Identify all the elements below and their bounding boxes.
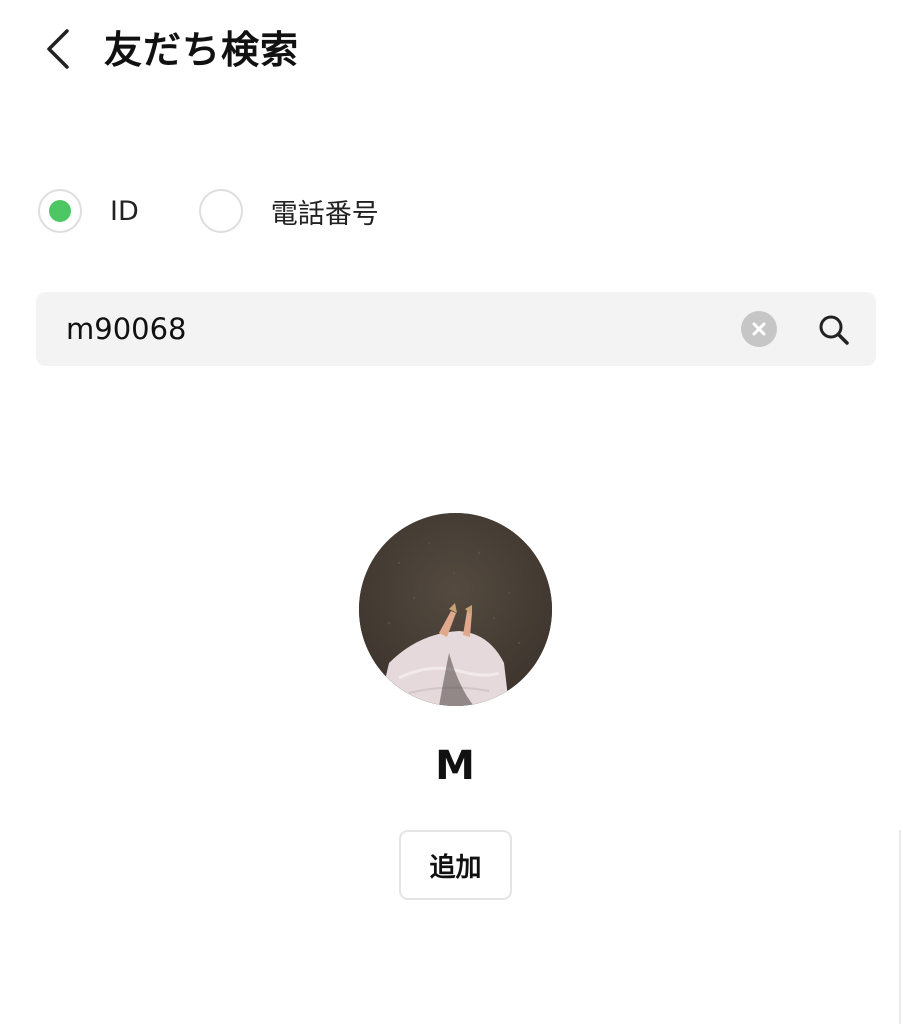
radio-circle-selected[interactable] — [38, 189, 82, 233]
radio-label-id: ID — [110, 195, 139, 227]
radio-option-id[interactable]: ID — [38, 189, 139, 233]
search-input-value[interactable]: m90068 — [66, 292, 187, 366]
page-title: 友だち検索 — [104, 28, 300, 72]
chevron-left-icon — [47, 29, 69, 69]
scroll-edge-divider — [899, 830, 901, 1024]
clear-button[interactable] — [741, 311, 777, 347]
clear-icon — [752, 322, 766, 336]
search-type-group: ID 電話番号 — [38, 187, 379, 235]
radio-option-phone[interactable]: 電話番号 — [198, 189, 379, 233]
search-button[interactable] — [814, 310, 854, 350]
profile-name: M — [435, 743, 475, 789]
search-field[interactable]: m90068 — [36, 292, 876, 366]
add-friend-button[interactable]: 追加 — [399, 830, 512, 900]
search-icon — [819, 315, 849, 345]
profile-photo — [359, 513, 552, 706]
back-button[interactable] — [34, 24, 82, 74]
radio-circle-unselected[interactable] — [198, 189, 243, 233]
profile-avatar — [359, 513, 552, 706]
header-bar: 友だち検索 — [0, 0, 903, 100]
radio-label-phone: 電話番号 — [270, 198, 379, 230]
radio-selected-dot — [49, 200, 71, 222]
